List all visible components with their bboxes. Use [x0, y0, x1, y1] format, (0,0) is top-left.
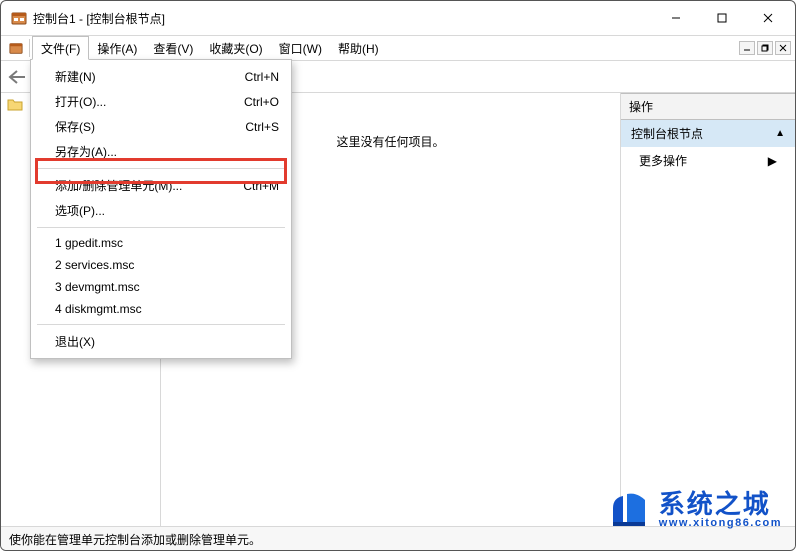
file-menu-dropdown: 新建(N) Ctrl+N 打开(O)... Ctrl+O 保存(S) Ctrl+…	[30, 59, 292, 359]
mmc-small-icon	[5, 36, 27, 60]
empty-message: 这里没有任何项目。	[336, 135, 444, 149]
actions-more-row[interactable]: 更多操作 ▶	[621, 147, 795, 174]
menu-separator	[37, 324, 285, 325]
menu-file[interactable]: 文件(F)	[32, 36, 89, 60]
actions-root-row[interactable]: 控制台根节点 ▲	[621, 120, 795, 147]
back-button[interactable]	[7, 68, 31, 86]
watermark: 系统之城 www.xitong86.com	[607, 486, 782, 533]
menu-separator	[37, 168, 285, 169]
menu-separator	[37, 227, 285, 228]
watermark-en: www.xitong86.com	[659, 517, 782, 529]
watermark-cn: 系统之城	[659, 491, 782, 517]
menu-action[interactable]: 操作(A)	[89, 36, 145, 60]
menu-item-save[interactable]: 保存(S) Ctrl+S	[31, 114, 291, 139]
chevron-right-icon: ▶	[768, 154, 777, 168]
status-text: 使你能在管理单元控制台添加或删除管理单元。	[9, 533, 261, 547]
menu-item-new[interactable]: 新建(N) Ctrl+N	[31, 64, 291, 89]
mdi-minimize-button[interactable]	[739, 41, 755, 55]
actions-pane: 操作 控制台根节点 ▲ 更多操作 ▶	[620, 93, 795, 526]
menu-item-recent-4[interactable]: 4 diskmgmt.msc	[31, 298, 291, 320]
menu-item-save-as[interactable]: 另存为(A)...	[31, 139, 291, 164]
maximize-button[interactable]	[699, 1, 745, 35]
menu-item-open[interactable]: 打开(O)... Ctrl+O	[31, 89, 291, 114]
window-title: 控制台1 - [控制台根节点]	[33, 10, 165, 27]
menu-window[interactable]: 窗口(W)	[271, 36, 330, 60]
mdi-controls	[739, 36, 795, 60]
menu-view[interactable]: 查看(V)	[145, 36, 201, 60]
menu-favorites[interactable]: 收藏夹(O)	[201, 36, 270, 60]
watermark-text: 系统之城 www.xitong86.com	[659, 491, 782, 529]
minimize-button[interactable]	[653, 1, 699, 35]
close-button[interactable]	[745, 1, 791, 35]
menu-item-recent-2[interactable]: 2 services.msc	[31, 254, 291, 276]
window-controls	[653, 1, 791, 35]
title-left: 控制台1 - [控制台根节点]	[5, 10, 165, 27]
mdi-close-button[interactable]	[775, 41, 791, 55]
watermark-logo-icon	[607, 486, 651, 533]
menu-item-options[interactable]: 选项(P)...	[31, 198, 291, 223]
actions-more-label: 更多操作	[639, 152, 687, 169]
menu-item-add-remove-snapin[interactable]: 添加/删除管理单元(M)... Ctrl+M	[31, 173, 291, 198]
menu-item-recent-3[interactable]: 3 devmgmt.msc	[31, 276, 291, 298]
actions-body: 控制台根节点 ▲ 更多操作 ▶	[621, 120, 795, 526]
actions-header: 操作	[621, 93, 795, 120]
mdi-restore-button[interactable]	[757, 41, 773, 55]
menu-item-exit[interactable]: 退出(X)	[31, 329, 291, 354]
mmc-icon	[11, 10, 27, 26]
actions-root-label: 控制台根节点	[631, 125, 703, 142]
folder-icon	[7, 97, 23, 114]
menu-help[interactable]: 帮助(H)	[330, 36, 387, 60]
collapse-up-icon: ▲	[775, 128, 785, 139]
menu-bar: 文件(F) 操作(A) 查看(V) 收藏夹(O) 窗口(W) 帮助(H)	[1, 35, 795, 61]
menu-item-recent-1[interactable]: 1 gpedit.msc	[31, 232, 291, 254]
title-bar: 控制台1 - [控制台根节点]	[1, 1, 795, 35]
